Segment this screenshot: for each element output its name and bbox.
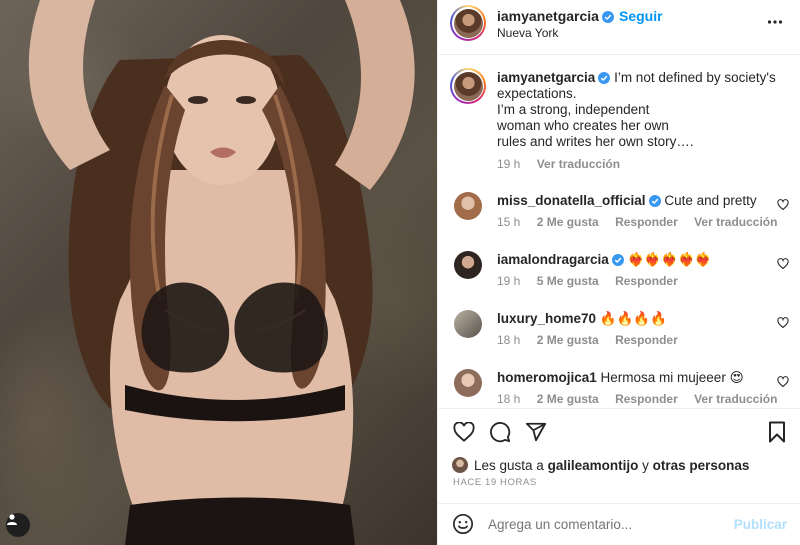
comments-list[interactable]: iamyanetgarcia I’m not defined by societ… [438, 55, 800, 408]
commenter-avatar[interactable] [454, 192, 482, 220]
comment-meta: 19 h 5 Me gusta Responder [497, 274, 678, 288]
more-options-icon[interactable] [767, 14, 783, 30]
author-username[interactable]: iamyanetgarcia [497, 8, 614, 24]
publish-button[interactable]: Publicar [734, 517, 787, 532]
comment-text: homeromojica1 Hermosa mi mujeeer 😍 [497, 370, 744, 385]
follow-button[interactable]: Seguir [619, 8, 663, 24]
verified-badge-icon [648, 195, 661, 207]
comment-text: miss_donatella_official Cute and pretty [497, 193, 757, 208]
comment-composer: Publicar [438, 503, 800, 545]
commenter-avatar[interactable] [454, 251, 482, 279]
comment-meta: 15 h 2 Me gusta Responder Ver traducción [497, 215, 778, 229]
post-header: iamyanetgarcia Seguir Nueva York [438, 0, 800, 55]
comment-text: luxury_home70 🔥🔥🔥🔥 [497, 311, 668, 326]
verified-badge-icon [601, 11, 614, 23]
post-actions: Les gusta a galileamontijo y otras perso… [438, 408, 800, 545]
caption-author-avatar[interactable] [450, 68, 486, 104]
comment-meta: 18 h 2 Me gusta Responder Ver traducción [497, 392, 778, 406]
comment-like-heart-icon[interactable] [777, 258, 789, 270]
post-details-panel: iamyanetgarcia Seguir Nueva York iamyane… [437, 0, 800, 545]
share-paper-plane-icon[interactable] [525, 421, 547, 443]
caption-time: 19 h [497, 157, 521, 171]
post-photo-illustration [28, 0, 415, 545]
post-location[interactable]: Nueva York [497, 26, 558, 40]
comment-like-heart-icon[interactable] [777, 376, 789, 388]
author-avatar[interactable] [450, 5, 486, 41]
comment-bubble-icon[interactable] [489, 421, 511, 443]
comment-input[interactable] [488, 517, 718, 532]
emoji-icon[interactable] [452, 513, 474, 535]
caption-translate-link[interactable]: Ver traducción [537, 157, 620, 171]
caption-text: iamyanetgarcia I’m not defined by societ… [497, 70, 776, 149]
liker-avatar[interactable] [452, 457, 468, 473]
commenter-avatar[interactable] [454, 310, 482, 338]
likes-summary[interactable]: Les gusta a galileamontijo y otras perso… [452, 457, 749, 473]
tagged-users-button[interactable] [6, 513, 30, 537]
verified-badge-icon [611, 254, 624, 266]
post-timestamp[interactable]: HACE 19 HORAS [453, 477, 537, 488]
comment-like-heart-icon[interactable] [777, 317, 789, 329]
commenter-avatar[interactable] [454, 369, 482, 397]
comment-meta: 18 h 2 Me gusta Responder [497, 333, 678, 347]
save-bookmark-icon[interactable] [768, 421, 786, 443]
caption-meta: 19 h Ver traducción [497, 157, 633, 171]
like-heart-icon[interactable] [453, 422, 475, 442]
post-photo[interactable] [0, 0, 437, 545]
comment-like-heart-icon[interactable] [777, 199, 789, 211]
verified-badge-icon [598, 72, 611, 84]
comment-text: iamalondragarcia ❤️‍🔥❤️‍🔥❤️‍🔥❤️‍🔥❤️‍🔥 [497, 252, 712, 267]
user-icon [7, 514, 17, 525]
